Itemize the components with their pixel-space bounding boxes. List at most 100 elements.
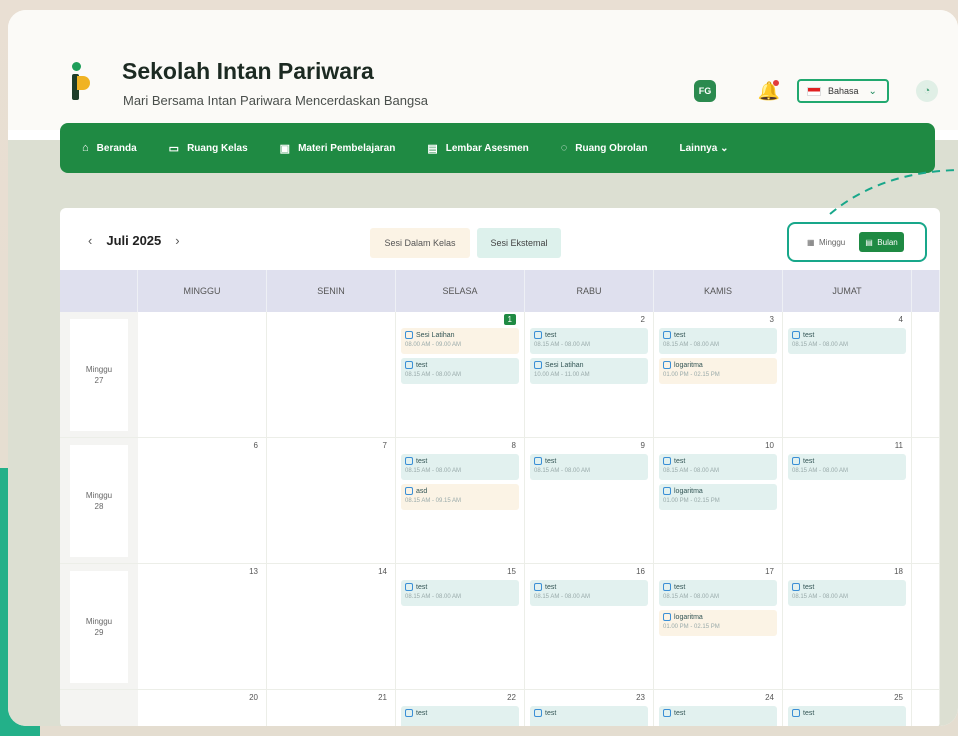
logo-icon[interactable] <box>68 62 94 102</box>
day-number: 2 <box>640 315 645 324</box>
app-title: Sekolah Intan Pariwara <box>122 58 374 84</box>
calendar-event[interactable]: test 08.15 AM - 08.00 AM <box>788 328 906 354</box>
day-number: 8 <box>511 441 516 450</box>
session-icon <box>663 361 671 369</box>
day-cell[interactable]: 14 <box>267 564 396 689</box>
calendar-event[interactable]: asd 08.15 AM - 09.15 AM <box>401 484 519 510</box>
event-title: test <box>416 361 428 369</box>
main-nav: ⌂ Beranda ▭ Ruang Kelas ▣ Materi Pembelajaran… <box>60 123 935 173</box>
calendar-event[interactable]: test 08.15 AM - 08.00 AM <box>659 454 777 480</box>
event-time: 08.15 AM - 08.00 AM <box>534 594 591 600</box>
nav-item-5[interactable]: Lainnya ⌄ <box>680 143 729 154</box>
event-title: test <box>674 709 686 717</box>
header: Sekolah Intan Pariwara Mari Bersama Inta… <box>8 10 958 130</box>
day-cell[interactable]: 21 <box>267 690 396 726</box>
calendar-event[interactable]: Sesi Latihan 08.00 AM - 09.00 AM <box>401 328 519 354</box>
calendar-event[interactable]: Sesi Latihan 10.00 AM - 11.00 AM <box>530 358 648 384</box>
day-number: 15 <box>507 567 516 576</box>
nav-label: Ruang Obrolan <box>575 142 648 154</box>
calendar-event[interactable]: test <box>530 706 648 726</box>
day-cell[interactable]: 3 test 08.15 AM - 08.00 AM logaritma 01.00 P… <box>654 312 783 437</box>
nav-item-2[interactable]: ▣ Materi Pembelajaran <box>280 142 396 155</box>
calendar-event[interactable]: test <box>788 706 906 726</box>
filter-sesi-eksternal[interactable]: Sesi Ekstemal <box>477 228 561 258</box>
day-cell[interactable]: 17 test 08.15 AM - 08.00 AM logaritma 01.00 … <box>654 564 783 689</box>
calendar-event[interactable]: test 08.15 AM - 08.00 AM <box>659 328 777 354</box>
day-cell[interactable]: 6 <box>138 438 267 563</box>
day-cell[interactable]: 4 test 08.15 AM - 08.00 AM <box>783 312 912 437</box>
day-cell[interactable]: 15 test 08.15 AM - 08.00 AM <box>396 564 525 689</box>
calendar-event[interactable]: logaritma 01.00 PM - 02.15 PM <box>659 610 777 636</box>
calendar-event[interactable]: test 08.15 AM - 08.00 AM <box>530 580 648 606</box>
day-cell[interactable]: 7 <box>267 438 396 563</box>
day-cell[interactable]: 20 <box>138 690 267 726</box>
event-title: test <box>803 457 815 465</box>
nav-label: Lainnya ⌄ <box>679 142 729 154</box>
day-cell[interactable]: 10 test 08.15 AM - 08.00 AM logaritma 01.00 … <box>654 438 783 563</box>
calendar-event[interactable]: test 08.15 AM - 08.00 AM <box>401 358 519 384</box>
day-cell[interactable] <box>267 312 396 437</box>
day-cell[interactable]: 2 test 08.15 AM - 08.00 AM Sesi Latihan 10.0… <box>525 312 654 437</box>
event-time: 10.00 AM - 11.00 AM <box>534 372 590 378</box>
day-cell[interactable]: 11 test 08.15 AM - 08.00 AM <box>783 438 912 563</box>
header-week-col <box>60 270 138 312</box>
language-selector[interactable]: Bahasa ⌄ <box>797 79 889 103</box>
event-title: asd <box>416 487 428 495</box>
event-time: 08.15 AM - 08.00 AM <box>663 342 720 348</box>
nav-item-4[interactable]: ◌ Ruang Obrolan <box>561 142 648 154</box>
event-time: 01.00 PM - 02.15 PM <box>663 372 720 378</box>
event-title: test <box>674 583 686 591</box>
day-cell[interactable]: 25 test <box>783 690 912 726</box>
nav-label: Ruang Kelas <box>187 142 248 154</box>
view-month-button[interactable]: ▤ Bulan <box>859 232 904 252</box>
day-header: JUMAT <box>783 270 912 312</box>
day-cell-partial <box>912 438 940 563</box>
nav-item-0[interactable]: ⌂ Beranda <box>82 142 137 154</box>
nav-item-3[interactable]: ▤ Lembar Asesmen <box>427 142 528 155</box>
nav-item-1[interactable]: ▭ Ruang Kelas <box>169 142 248 155</box>
calendar-event[interactable]: test 08.15 AM - 08.00 AM <box>788 580 906 606</box>
calendar-event[interactable]: logaritma 01.00 PM - 02.15 PM <box>659 484 777 510</box>
calendar-event[interactable]: test 08.15 AM - 08.00 AM <box>530 328 648 354</box>
calendar-event[interactable]: test <box>659 706 777 726</box>
prev-month-icon[interactable]: ‹ <box>88 233 92 248</box>
day-cell[interactable]: 13 <box>138 564 267 689</box>
session-icon <box>405 583 413 591</box>
next-month-icon[interactable]: › <box>175 233 179 248</box>
fg-icon[interactable]: FG <box>694 80 716 102</box>
day-cell[interactable]: 9 test 08.15 AM - 08.00 AM <box>525 438 654 563</box>
day-cell[interactable] <box>138 312 267 437</box>
calendar-event[interactable]: test 08.15 AM - 08.00 AM <box>659 580 777 606</box>
calendar-event[interactable]: test 08.15 AM - 08.00 AM <box>401 580 519 606</box>
avatar[interactable]: ◔ <box>916 80 938 102</box>
event-title: test <box>416 457 428 465</box>
session-icon <box>663 583 671 591</box>
session-icon <box>792 331 800 339</box>
calendar-event[interactable]: test <box>401 706 519 726</box>
week-row: Minggu 29 13 14 15 test 08.15 AM - 08.00 AM 16 t… <box>60 564 940 690</box>
filter-sesi-dalam-kelas[interactable]: Sesi Dalam Kelas <box>370 228 470 258</box>
day-number: 17 <box>765 567 774 576</box>
calendar-event[interactable]: test 08.15 AM - 08.00 AM <box>401 454 519 480</box>
day-cell[interactable]: 1 Sesi Latihan 08.00 AM - 09.00 AM test 08.1… <box>396 312 525 437</box>
session-icon <box>534 583 542 591</box>
calendar-event[interactable]: test 08.15 AM - 08.00 AM <box>530 454 648 480</box>
event-time: 08.15 AM - 08.00 AM <box>405 372 462 378</box>
session-icon <box>405 487 413 495</box>
day-cell[interactable]: 18 test 08.15 AM - 08.00 AM <box>783 564 912 689</box>
day-cell[interactable]: 8 test 08.15 AM - 08.00 AM asd 08.15 AM - 09… <box>396 438 525 563</box>
day-cell[interactable]: 16 test 08.15 AM - 08.00 AM <box>525 564 654 689</box>
day-cell[interactable]: 22 test <box>396 690 525 726</box>
calendar-header-row: MINGGU SENIN SELASA RABU KAMIS JUMAT <box>60 270 940 312</box>
calendar-event[interactable]: logaritma 01.00 PM - 02.15 PM <box>659 358 777 384</box>
day-cell[interactable]: 24 test <box>654 690 783 726</box>
event-title: test <box>803 331 815 339</box>
view-week-button[interactable]: ▦ Minggu <box>801 232 851 252</box>
day-header-partial <box>912 270 940 312</box>
language-label: Bahasa <box>828 86 859 96</box>
day-cell[interactable]: 23 test <box>525 690 654 726</box>
calendar-event[interactable]: test 08.15 AM - 08.00 AM <box>788 454 906 480</box>
day-number: 11 <box>894 441 903 450</box>
bell-icon[interactable]: 🔔 <box>758 80 780 102</box>
session-icon <box>663 487 671 495</box>
